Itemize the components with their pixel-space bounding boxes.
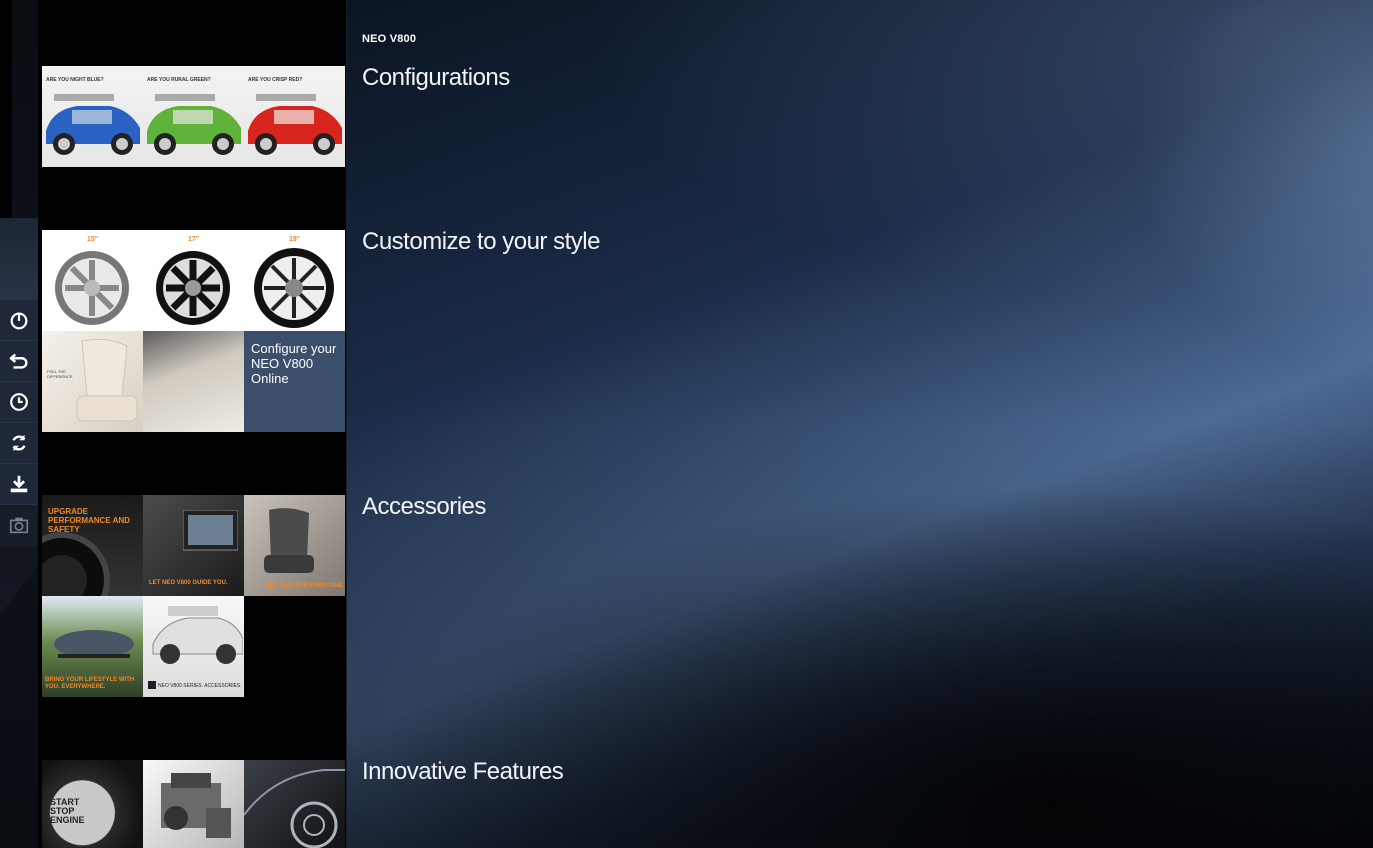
car-xray-image bbox=[244, 769, 345, 848]
thumb-caption: ARE YOU NIGHT BLUE? bbox=[46, 77, 104, 83]
section-title-configurations[interactable]: Configurations bbox=[362, 64, 510, 92]
tire-image bbox=[42, 532, 110, 596]
section-title-features[interactable]: Innovative Features bbox=[362, 758, 564, 786]
wheel-thumb-17[interactable]: 17" bbox=[143, 230, 244, 331]
interior-thumb-1[interactable]: FEEL THE DIFFERENCE bbox=[42, 331, 143, 432]
accessory-thumb-roofbox[interactable]: BRING YOUR LIFESTYLE WITH YOU. EVERYWHER… bbox=[42, 596, 143, 697]
power-icon bbox=[10, 312, 28, 330]
feature-thumb-start-stop[interactable]: START STOP ENGINE bbox=[42, 760, 143, 848]
back-button[interactable] bbox=[0, 341, 38, 382]
section-title-accessories[interactable]: Accessories bbox=[362, 493, 486, 521]
left-edge-accent bbox=[0, 218, 38, 313]
download-icon bbox=[10, 475, 28, 493]
clock-icon bbox=[10, 393, 28, 411]
thumb-caption: START STOP ENGINE bbox=[50, 797, 85, 825]
config-thumb-green[interactable]: ARE YOU RURAL GREEN? bbox=[143, 66, 244, 167]
thumb-caption: ARE YOU CRISP RED? bbox=[248, 77, 303, 83]
logo-icon bbox=[148, 681, 156, 689]
green-car-image bbox=[147, 94, 241, 155]
history-button[interactable] bbox=[0, 382, 38, 423]
wheel-image bbox=[156, 251, 230, 325]
accessory-thumb-childseat[interactable]: NEO V800 FOR EVERYONE bbox=[244, 495, 345, 596]
car-accessories-image bbox=[152, 606, 243, 664]
background-light-sweep bbox=[346, 0, 1373, 848]
configure-online-tile[interactable]: Configure your NEO V800 Online bbox=[244, 331, 345, 432]
wheel-thumb-19[interactable]: 19" bbox=[244, 230, 345, 331]
feature-thumb-xray[interactable] bbox=[244, 760, 345, 848]
power-button[interactable] bbox=[0, 300, 38, 341]
child-seat-image bbox=[264, 508, 314, 573]
accessory-thumb-tires[interactable]: UPGRADE PERFORMANCE AND SAFETY bbox=[42, 495, 143, 596]
engine-image bbox=[161, 773, 231, 838]
brand-title: NEO V800 bbox=[362, 33, 417, 45]
wheel-thumb-15[interactable]: 15" bbox=[42, 230, 143, 331]
interior-thumb-2[interactable] bbox=[143, 331, 244, 432]
wheel-size-label: 15" bbox=[86, 236, 99, 243]
thumb-caption: LET NEO V800 GUIDE YOU. bbox=[149, 580, 228, 586]
red-car-image bbox=[248, 94, 342, 155]
wheel-image bbox=[254, 248, 334, 328]
wheel-size-label: 19" bbox=[288, 236, 301, 243]
wheel-image bbox=[55, 251, 129, 325]
navigation-screen-image bbox=[183, 510, 238, 551]
config-thumb-red[interactable]: ARE YOU CRISP RED? bbox=[244, 66, 345, 167]
seat-image bbox=[76, 338, 138, 422]
blue-car-image bbox=[46, 94, 140, 155]
thumb-caption: NEO V800 SERIES. ACCESSORIES. bbox=[158, 683, 242, 689]
config-thumb-blue[interactable]: ARE YOU NIGHT BLUE? bbox=[42, 66, 143, 167]
refresh-icon bbox=[12, 434, 26, 452]
camera-icon bbox=[9, 517, 29, 534]
accessory-thumb-series[interactable]: NEO V800 SERIES. ACCESSORIES. bbox=[143, 596, 244, 697]
feature-thumb-engine[interactable] bbox=[143, 760, 244, 848]
refresh-button[interactable] bbox=[0, 423, 38, 464]
wheel-size-label: 17" bbox=[187, 236, 200, 243]
section-title-customize[interactable]: Customize to your style bbox=[362, 228, 600, 256]
thumb-caption: UPGRADE PERFORMANCE AND SAFETY bbox=[48, 507, 130, 534]
thumb-caption: ARE YOU RURAL GREEN? bbox=[147, 77, 211, 83]
accessory-thumb-navigation[interactable]: LET NEO V800 GUIDE YOU. bbox=[143, 495, 244, 596]
back-icon bbox=[9, 353, 28, 369]
thumb-caption: NEO V800 FOR EVERYONE bbox=[265, 583, 343, 589]
thumb-caption: BRING YOUR LIFESTYLE WITH YOU. EVERYWHER… bbox=[45, 677, 135, 690]
roof-box-image bbox=[54, 630, 134, 658]
camera-button[interactable] bbox=[0, 505, 38, 546]
download-button[interactable] bbox=[0, 464, 38, 505]
side-toolbar bbox=[0, 300, 38, 546]
